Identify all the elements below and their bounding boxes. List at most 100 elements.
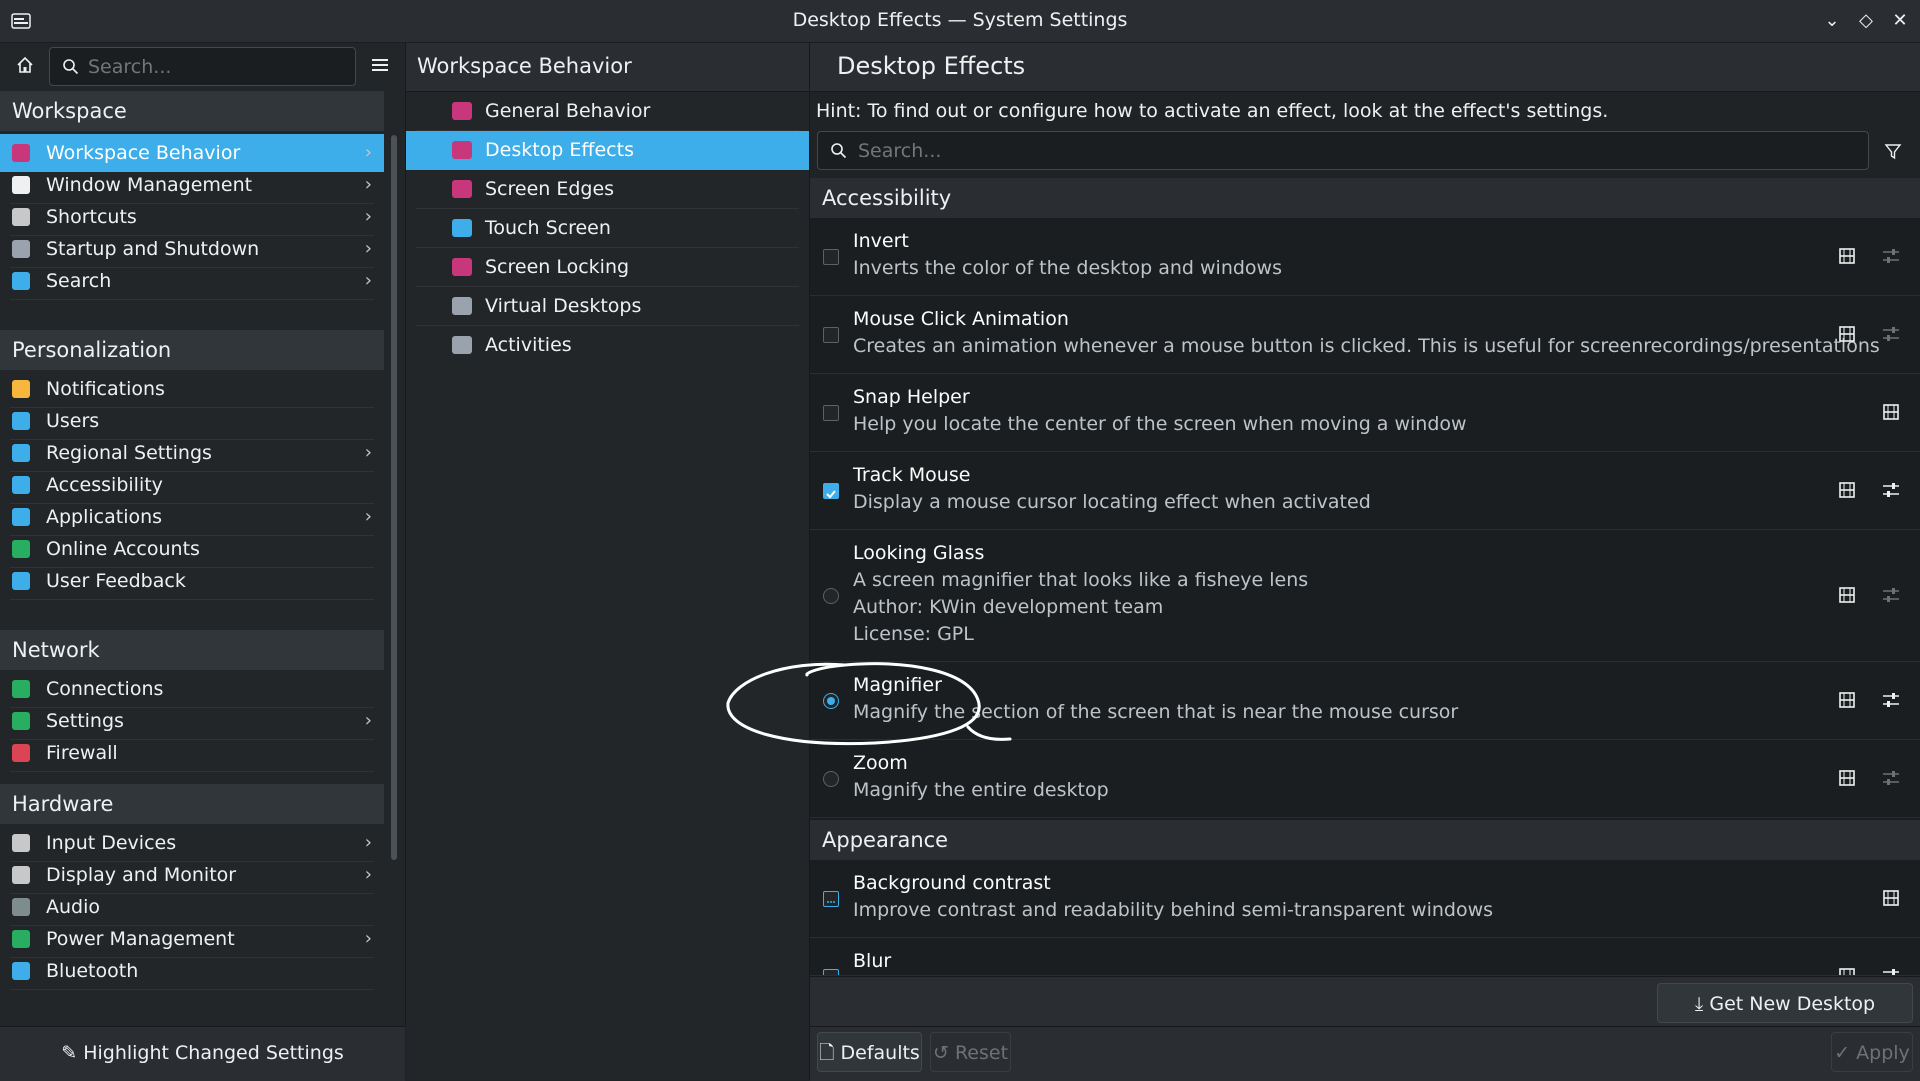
sidebar-item-label: Accessibility — [46, 474, 163, 496]
divider — [10, 599, 374, 600]
sidebar-item-label: Regional Settings — [46, 442, 212, 464]
effect-row-mouse-click-animation[interactable]: Mouse Click Animation Creates an animatio… — [810, 296, 1920, 374]
effect-checkbox[interactable] — [823, 249, 839, 265]
subnav-item-screen-edges[interactable]: Screen Edges — [406, 170, 809, 209]
effect-radio[interactable] — [823, 588, 839, 604]
accessibility-icon — [12, 476, 30, 494]
online-accounts-icon — [12, 540, 30, 558]
sidebar-item-label: Firewall — [46, 742, 118, 764]
effects-search-input[interactable] — [856, 139, 1860, 163]
effect-name: Zoom — [853, 752, 908, 774]
firewall-icon — [12, 744, 30, 762]
reset-button[interactable]: ↺ Reset — [930, 1032, 1011, 1072]
subnav-item-touch-screen[interactable]: Touch Screen — [406, 209, 809, 248]
maximize-icon[interactable]: ◇ — [1854, 9, 1878, 33]
subnav-item-label: Activities — [485, 334, 572, 356]
effect-description: Creates an animation whenever a mouse bu… — [853, 335, 1880, 357]
effect-name: Invert — [853, 230, 909, 252]
home-icon[interactable] — [10, 50, 40, 80]
configure-icon[interactable] — [1880, 689, 1902, 711]
configure-icon[interactable] — [1880, 767, 1902, 789]
sidebar-item-label: Notifications — [46, 378, 165, 400]
hint-text: Hint: To find out or configure how to ac… — [816, 100, 1609, 122]
applications-icon — [12, 508, 30, 526]
power-management-icon — [12, 930, 30, 948]
effect-row-blur[interactable]: Blur — [810, 938, 1920, 976]
hamburger-menu-icon[interactable] — [368, 53, 392, 77]
partial-check-icon — [827, 901, 835, 903]
effect-row-invert[interactable]: Invert Inverts the color of the desktop a… — [810, 218, 1920, 296]
sidebar-item-user-feedback[interactable]: User Feedback — [0, 562, 384, 600]
subnav-item-label: Desktop Effects — [485, 139, 634, 161]
sidebar-item-search[interactable]: Search › — [0, 262, 384, 300]
sidebar-item-bluetooth[interactable]: Bluetooth — [0, 952, 384, 990]
page-title: Desktop Effects — [837, 52, 1026, 80]
user-feedback-icon — [12, 572, 30, 590]
configure-icon[interactable] — [1880, 479, 1902, 501]
video-icon[interactable] — [1880, 401, 1902, 423]
subnav-item-desktop-effects[interactable]: Desktop Effects — [406, 131, 809, 170]
video-icon[interactable] — [1836, 245, 1858, 267]
get-new-desktop-effects-button[interactable]: ⤓ Get New Desktop Effects... — [1657, 983, 1913, 1055]
category-appearance: Appearance — [810, 820, 1920, 860]
effect-row-snap-helper[interactable]: Snap Helper Help you locate the center of… — [810, 374, 1920, 452]
divider — [10, 299, 374, 300]
sidebar-scrollbar[interactable] — [391, 135, 397, 860]
effect-checkbox[interactable] — [823, 327, 839, 343]
effect-description: Inverts the color of the desktop and win… — [853, 257, 1282, 279]
effect-row-background-contrast[interactable]: Background contrast Improve contrast and … — [810, 860, 1920, 938]
sidebar-item-label: Input Devices — [46, 832, 177, 854]
effect-description: License: GPL — [853, 623, 974, 645]
effect-checkbox[interactable] — [823, 891, 839, 907]
effect-name: Track Mouse — [853, 464, 971, 486]
effect-checkbox[interactable] — [823, 405, 839, 421]
effect-checkbox[interactable] — [823, 483, 839, 499]
sidebar-search-field[interactable] — [49, 47, 356, 86]
close-icon[interactable]: ✕ — [1888, 9, 1912, 33]
effect-name: Snap Helper — [853, 386, 970, 408]
subnav-item-label: Screen Edges — [485, 178, 615, 200]
effects-search-field[interactable] — [817, 131, 1869, 170]
configure-icon[interactable] — [1880, 323, 1902, 345]
effect-radio[interactable] — [823, 771, 839, 787]
video-icon[interactable] — [1836, 479, 1858, 501]
sidebar-item-label: Settings — [46, 710, 124, 732]
configure-icon[interactable] — [1880, 584, 1902, 606]
chevron-right-icon: › — [364, 270, 372, 291]
apply-button[interactable]: ✓ Apply — [1831, 1032, 1913, 1072]
minimize-icon[interactable]: ⌄ — [1820, 9, 1844, 33]
sidebar-item-label: Power Management — [46, 928, 235, 950]
video-icon[interactable] — [1880, 887, 1902, 909]
subnav-item-general-behavior[interactable]: General Behavior — [406, 92, 809, 131]
sidebar-section-hardware: Hardware — [0, 784, 384, 824]
divider — [810, 817, 1920, 818]
check-icon — [826, 490, 836, 499]
shortcuts-icon — [12, 208, 30, 226]
annotation-circle — [726, 662, 1012, 746]
sidebar-item-firewall[interactable]: Firewall — [0, 734, 384, 772]
sidebar-search-input[interactable] — [86, 55, 350, 79]
sidebar-item-label: Search — [46, 270, 112, 292]
subnav-item-label: Touch Screen — [485, 217, 611, 239]
sidebar-item-label: Window Management — [46, 174, 253, 196]
defaults-button[interactable]: 🗋 Defaults — [817, 1032, 922, 1072]
video-icon[interactable] — [1836, 323, 1858, 345]
video-icon[interactable] — [1836, 767, 1858, 789]
subnav-item-activities[interactable]: Activities — [406, 326, 809, 365]
subnav-item-screen-locking[interactable]: Screen Locking — [406, 248, 809, 287]
effect-row-track-mouse[interactable]: Track Mouse Display a mouse cursor locati… — [810, 452, 1920, 530]
video-icon[interactable] — [1836, 689, 1858, 711]
general-behavior-icon — [452, 102, 472, 120]
sidebar-item-label: Startup and Shutdown — [46, 238, 260, 260]
effect-name: Blur — [853, 950, 892, 972]
subnav-item-label: Screen Locking — [485, 256, 630, 278]
video-icon[interactable] — [1836, 584, 1858, 606]
subcategory-title: Workspace Behavior — [417, 54, 632, 78]
regional-settings-icon — [12, 444, 30, 462]
notifications-icon — [12, 380, 30, 398]
subnav-item-virtual-desktops[interactable]: Virtual Desktops — [406, 287, 809, 326]
effect-row-looking-glass[interactable]: Looking Glass A screen magnifier that loo… — [810, 530, 1920, 662]
highlight-changed-settings-button[interactable]: ✎ Highlight Changed Settings — [0, 1026, 405, 1080]
configure-icon[interactable] — [1880, 245, 1902, 267]
filter-icon[interactable] — [1880, 138, 1906, 164]
